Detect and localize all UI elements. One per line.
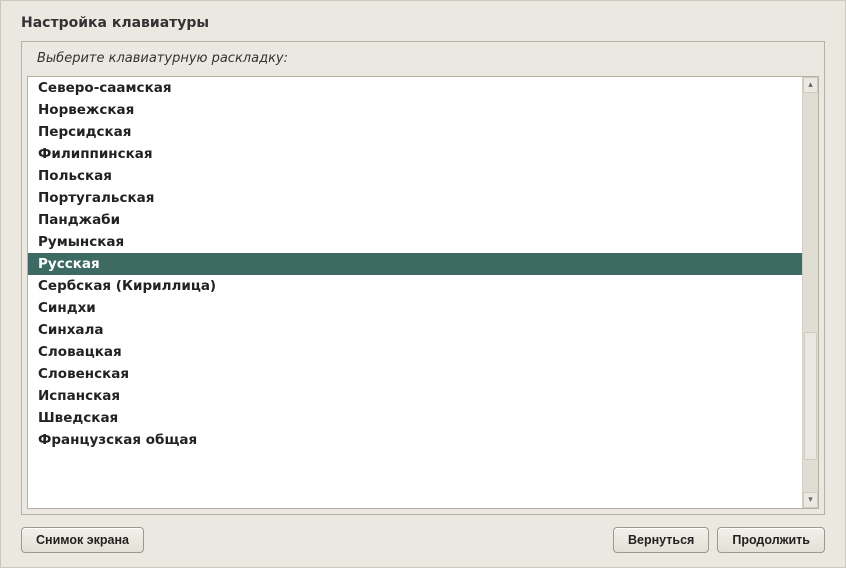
layout-item[interactable]: Синхала — [28, 319, 802, 341]
scroll-track[interactable] — [803, 93, 818, 492]
footer: Снимок экрана Вернуться Продолжить — [1, 515, 845, 567]
layout-item[interactable]: Персидская — [28, 121, 802, 143]
layout-item[interactable]: Испанская — [28, 385, 802, 407]
layout-item[interactable]: Северо-саамская — [28, 77, 802, 99]
layout-item[interactable]: Португальская — [28, 187, 802, 209]
layout-item[interactable]: Словацкая — [28, 341, 802, 363]
layout-item[interactable]: Словенская — [28, 363, 802, 385]
content-panel: Выберите клавиатурную раскладку: Северо-… — [21, 41, 825, 515]
layout-item[interactable]: Французская общая — [28, 429, 802, 451]
layout-item[interactable]: Панджаби — [28, 209, 802, 231]
layout-item[interactable]: Польская — [28, 165, 802, 187]
layout-list-wrap: Северо-саамскаяНорвежскаяПерсидскаяФилип… — [27, 76, 819, 509]
layout-item[interactable]: Шведская — [28, 407, 802, 429]
layout-item[interactable]: Русская — [28, 253, 802, 275]
back-button[interactable]: Вернуться — [613, 527, 709, 553]
layout-item[interactable]: Норвежская — [28, 99, 802, 121]
layout-list[interactable]: Северо-саамскаяНорвежскаяПерсидскаяФилип… — [28, 77, 802, 508]
layout-item[interactable]: Филиппинская — [28, 143, 802, 165]
scroll-thumb[interactable] — [804, 332, 817, 460]
layout-item[interactable]: Сербская (Кириллица) — [28, 275, 802, 297]
scroll-down-button[interactable]: ▾ — [803, 492, 818, 508]
scrollbar[interactable]: ▴ ▾ — [802, 77, 818, 508]
scroll-up-button[interactable]: ▴ — [803, 77, 818, 93]
screenshot-button[interactable]: Снимок экрана — [21, 527, 144, 553]
instruction-label: Выберите клавиатурную раскладку: — [23, 43, 823, 72]
layout-item[interactable]: Румынская — [28, 231, 802, 253]
layout-item[interactable]: Синдхи — [28, 297, 802, 319]
continue-button[interactable]: Продолжить — [717, 527, 825, 553]
window-title: Настройка клавиатуры — [1, 1, 845, 41]
keyboard-config-window: Настройка клавиатуры Выберите клавиатурн… — [0, 0, 846, 568]
